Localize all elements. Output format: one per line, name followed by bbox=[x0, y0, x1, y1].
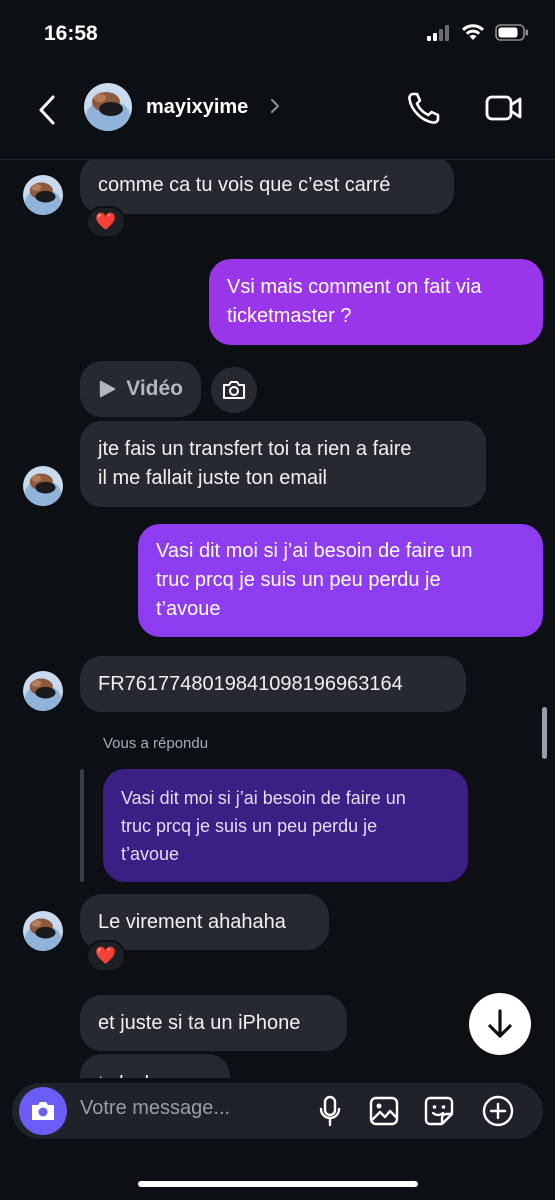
contact-avatar[interactable] bbox=[84, 83, 132, 131]
camera-icon bbox=[223, 381, 245, 399]
voice-call-button[interactable] bbox=[404, 88, 444, 128]
incoming-message[interactable]: comme ca tu vois que c’est carré bbox=[80, 160, 454, 214]
message-text: t sk sk bbox=[98, 1070, 155, 1078]
arrow-down-icon bbox=[488, 1009, 512, 1038]
incoming-message[interactable]: t sk sk bbox=[80, 1054, 230, 1078]
play-icon bbox=[99, 380, 116, 398]
heart-icon: ❤️ bbox=[95, 946, 117, 965]
message-line: ticketmaster ? bbox=[227, 305, 352, 327]
message-text: comme ca tu vois que c’est carré bbox=[98, 173, 391, 196]
sender-avatar[interactable] bbox=[23, 671, 63, 711]
camera-icon bbox=[32, 1102, 54, 1120]
message-text: et juste si ta un iPhone bbox=[98, 1011, 301, 1034]
video-camera-icon bbox=[485, 95, 522, 121]
sender-avatar[interactable] bbox=[23, 466, 63, 506]
message-input[interactable] bbox=[80, 1097, 300, 1120]
video-label: Vidéo bbox=[126, 377, 183, 400]
add-button[interactable] bbox=[480, 1093, 516, 1129]
home-indicator[interactable] bbox=[138, 1181, 418, 1187]
back-button[interactable] bbox=[30, 90, 64, 130]
message-list[interactable]: comme ca tu vois que c’est carré ❤️ Vsi … bbox=[0, 160, 555, 1078]
message-line: jte fais un transfert toi ta rien a fair… bbox=[98, 438, 412, 460]
sender-avatar[interactable] bbox=[23, 175, 63, 215]
signal-icon bbox=[427, 24, 449, 41]
camera-button[interactable] bbox=[19, 1087, 67, 1135]
heart-icon: ❤️ bbox=[95, 212, 117, 231]
gallery-button[interactable] bbox=[366, 1093, 402, 1129]
status-icons bbox=[427, 24, 529, 41]
back-arrow-icon bbox=[39, 95, 55, 125]
message-line: il me fallait juste ton email bbox=[98, 467, 327, 489]
scroll-indicator[interactable] bbox=[542, 707, 547, 759]
message-line: t’avoue bbox=[156, 598, 221, 620]
incoming-message[interactable]: FR7617748019841098196963164 bbox=[80, 656, 466, 712]
message-text: Le virement ahahaha bbox=[98, 910, 286, 933]
quote-line: t’avoue bbox=[121, 843, 180, 864]
scroll-to-bottom-button[interactable] bbox=[469, 993, 531, 1055]
heart-reaction[interactable]: ❤️ bbox=[86, 206, 126, 238]
outgoing-message[interactable]: Vsi mais comment on fait via ticketmaste… bbox=[209, 259, 543, 345]
quoted-message[interactable]: Vasi dit moi si j’ai besoin de faire un … bbox=[103, 769, 468, 882]
message-text: FR7617748019841098196963164 bbox=[98, 672, 403, 695]
sender-avatar[interactable] bbox=[23, 911, 63, 951]
status-time: 16:58 bbox=[44, 22, 98, 45]
battery-icon bbox=[495, 24, 528, 41]
microphone-button[interactable] bbox=[312, 1093, 348, 1129]
plus-icon bbox=[482, 1095, 514, 1127]
reply-bar bbox=[80, 769, 84, 882]
incoming-message[interactable]: jte fais un transfert toi ta rien a fair… bbox=[80, 421, 486, 507]
contact-name[interactable]: mayixyime bbox=[146, 96, 248, 119]
message-line: Vsi mais comment on fait via bbox=[227, 276, 482, 298]
microphone-icon bbox=[319, 1095, 341, 1127]
quote-line: Vasi dit moi si j’ai besoin de faire un bbox=[121, 787, 406, 808]
video-call-button[interactable] bbox=[484, 88, 524, 128]
message-line: Vasi dit moi si j’ai besoin de faire un bbox=[156, 540, 473, 562]
gallery-icon bbox=[369, 1096, 399, 1126]
sticker-button[interactable] bbox=[421, 1093, 457, 1129]
phone-icon bbox=[408, 92, 440, 124]
sticker-icon bbox=[424, 1096, 454, 1126]
outgoing-message[interactable]: Vasi dit moi si j’ai besoin de faire un … bbox=[138, 524, 543, 637]
camera-reply-button[interactable] bbox=[211, 367, 257, 413]
chat-header: mayixyime bbox=[0, 70, 555, 160]
heart-reaction[interactable]: ❤️ bbox=[86, 940, 126, 972]
message-composer bbox=[12, 1083, 543, 1139]
status-bar: 16:58 bbox=[0, 0, 555, 70]
message-line: truc prcq je suis un peu perdu je bbox=[156, 569, 441, 591]
reply-label: Vous a répondu bbox=[103, 735, 209, 752]
wifi-icon bbox=[462, 24, 484, 40]
chevron-right-icon[interactable] bbox=[270, 98, 280, 114]
incoming-message[interactable]: et juste si ta un iPhone bbox=[80, 995, 347, 1051]
video-attachment[interactable]: Vidéo bbox=[80, 361, 201, 417]
quote-line: truc prcq je suis un peu perdu je bbox=[121, 815, 378, 836]
